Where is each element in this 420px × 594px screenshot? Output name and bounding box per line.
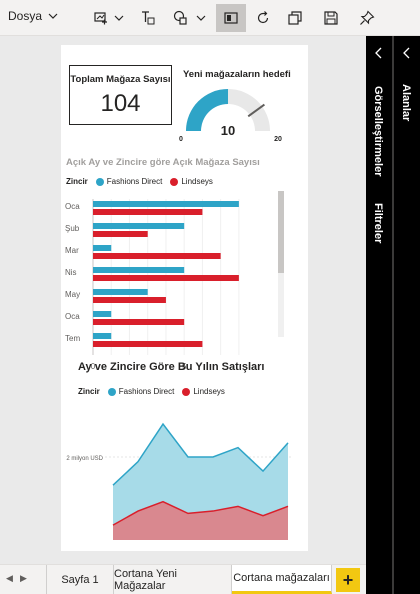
- y-tick-label: Oca: [65, 202, 80, 211]
- tab-cortana-magazalari[interactable]: Cortana mağazaları: [232, 565, 332, 594]
- bar-chart-legend: Zincir Fashions Direct Lindseys: [66, 177, 213, 186]
- report-canvas: Toplam Mağaza Sayısı 104 Yeni mağazaları…: [0, 36, 366, 564]
- legend-title: Zincir: [66, 177, 88, 186]
- refresh-button[interactable]: [250, 4, 276, 32]
- bar[interactable]: [93, 289, 148, 295]
- gauge-value: 10: [221, 123, 235, 138]
- chevron-left-icon[interactable]: [375, 47, 383, 59]
- y-tick-label: Tem: [65, 334, 80, 343]
- bar[interactable]: [93, 201, 239, 207]
- y-tick-label: Nis: [65, 268, 77, 277]
- bar[interactable]: [93, 223, 185, 229]
- mobile-page: Toplam Mağaza Sayısı 104 Yeni mağazaları…: [61, 45, 308, 551]
- bar[interactable]: [93, 209, 203, 215]
- new-visual-icon: [94, 12, 124, 25]
- y-tick-label: 2 milyon USD: [66, 456, 103, 462]
- chevron-left-icon[interactable]: [403, 47, 411, 59]
- y-tick-label: May: [65, 290, 80, 299]
- chevron-down-icon: [48, 13, 58, 19]
- bar[interactable]: [93, 245, 112, 251]
- legend-dot-fashions-direct: [107, 387, 116, 396]
- shapes-button[interactable]: [170, 4, 210, 32]
- sales-area-chart[interactable]: 2 milyon USD0 milyon USDOcakŞubatMartNis…: [61, 400, 308, 540]
- y-tick-label: Mar: [65, 246, 79, 255]
- shapes-icon: [173, 10, 206, 25]
- legend-dot-lindseys: [182, 387, 191, 396]
- gauge-max: 20: [274, 136, 282, 143]
- duplicate-icon: [288, 11, 302, 25]
- area-chart-title: Ay ve Zincire Göre Bu Yılın Satışları: [78, 361, 265, 373]
- legend-item-fashions-direct[interactable]: Fashions Direct: [119, 387, 175, 396]
- legend-title: Zincir: [78, 387, 100, 396]
- toolbar: Dosya: [0, 0, 420, 36]
- total-stores-card[interactable]: Toplam Mağaza Sayısı 104: [69, 65, 172, 125]
- mobile-layout-icon: [224, 12, 238, 24]
- add-page-button[interactable]: +: [336, 568, 360, 592]
- new-visual-button[interactable]: [90, 4, 128, 32]
- bar[interactable]: [93, 333, 112, 339]
- bar[interactable]: [93, 341, 203, 347]
- save-button[interactable]: [318, 4, 344, 32]
- filters-pane-label[interactable]: Filtreler: [372, 203, 384, 243]
- bar[interactable]: [93, 253, 221, 259]
- bar[interactable]: [93, 231, 148, 237]
- y-tick-label: Şub: [65, 224, 80, 233]
- tab-cortana-yeni-magazalar[interactable]: Cortana Yeni Mağazalar: [114, 565, 232, 594]
- gauge-min: 0: [179, 136, 183, 143]
- card-title: Toplam Mağaza Sayısı: [70, 74, 171, 85]
- fields-pane[interactable]: Alanlar: [394, 36, 420, 594]
- pin-icon: [360, 10, 375, 25]
- save-icon: [324, 11, 338, 25]
- refresh-icon: [257, 11, 269, 24]
- y-tick-label: Oca: [65, 312, 80, 321]
- card-value: 104: [100, 90, 141, 117]
- visualizations-pane[interactable]: Görselleştirmeler Filtreler: [366, 36, 392, 594]
- legend-dot-fashions-direct: [95, 177, 104, 186]
- bar[interactable]: [93, 297, 166, 303]
- file-menu[interactable]: Dosya: [8, 9, 58, 23]
- tab-label: Cortana Yeni Mağazalar: [114, 567, 177, 592]
- file-menu-label: Dosya: [8, 9, 43, 23]
- legend-item-fashions-direct[interactable]: Fashions Direct: [107, 177, 163, 186]
- fields-pane-label[interactable]: Alanlar: [400, 84, 412, 121]
- bar-chart-title: Açık Ay ve Zincire göre Açık Mağaza Sayı…: [66, 157, 260, 168]
- visualizations-pane-label[interactable]: Görselleştirmeler: [372, 86, 384, 177]
- open-stores-bar-chart[interactable]: OcaŞubMarNisMayOcaTem0 5: [61, 191, 301, 381]
- pin-button[interactable]: [354, 4, 380, 32]
- mobile-layout-button[interactable]: [216, 4, 246, 32]
- chart-scrollbar-thumb[interactable]: [278, 191, 284, 273]
- legend-item-lindseys[interactable]: Lindseys: [181, 177, 213, 186]
- bar[interactable]: [93, 267, 185, 273]
- prev-page-arrow[interactable]: ◀: [6, 573, 13, 584]
- tab-label: Sayfa 1: [61, 573, 99, 586]
- tab-label: Cortana mağazaları: [233, 572, 330, 584]
- new-stores-gauge[interactable]: 10 0 20: [176, 77, 296, 147]
- bar[interactable]: [93, 311, 112, 317]
- legend-item-lindseys[interactable]: Lindseys: [193, 387, 225, 396]
- tab-sayfa-1[interactable]: Sayfa 1: [46, 565, 114, 594]
- text-box-button[interactable]: [134, 4, 162, 32]
- next-page-arrow[interactable]: ▶: [20, 573, 27, 584]
- duplicate-button[interactable]: [282, 4, 308, 32]
- page-tab-bar: ◀ ▶ Sayfa 1 Cortana Yeni Mağazalar Corta…: [0, 564, 366, 594]
- bar[interactable]: [93, 319, 185, 325]
- area-chart-legend: Zincir Fashions Direct Lindseys: [78, 387, 225, 396]
- bar[interactable]: [93, 275, 239, 281]
- legend-dot-lindseys: [170, 177, 179, 186]
- text-box-icon: [142, 11, 155, 25]
